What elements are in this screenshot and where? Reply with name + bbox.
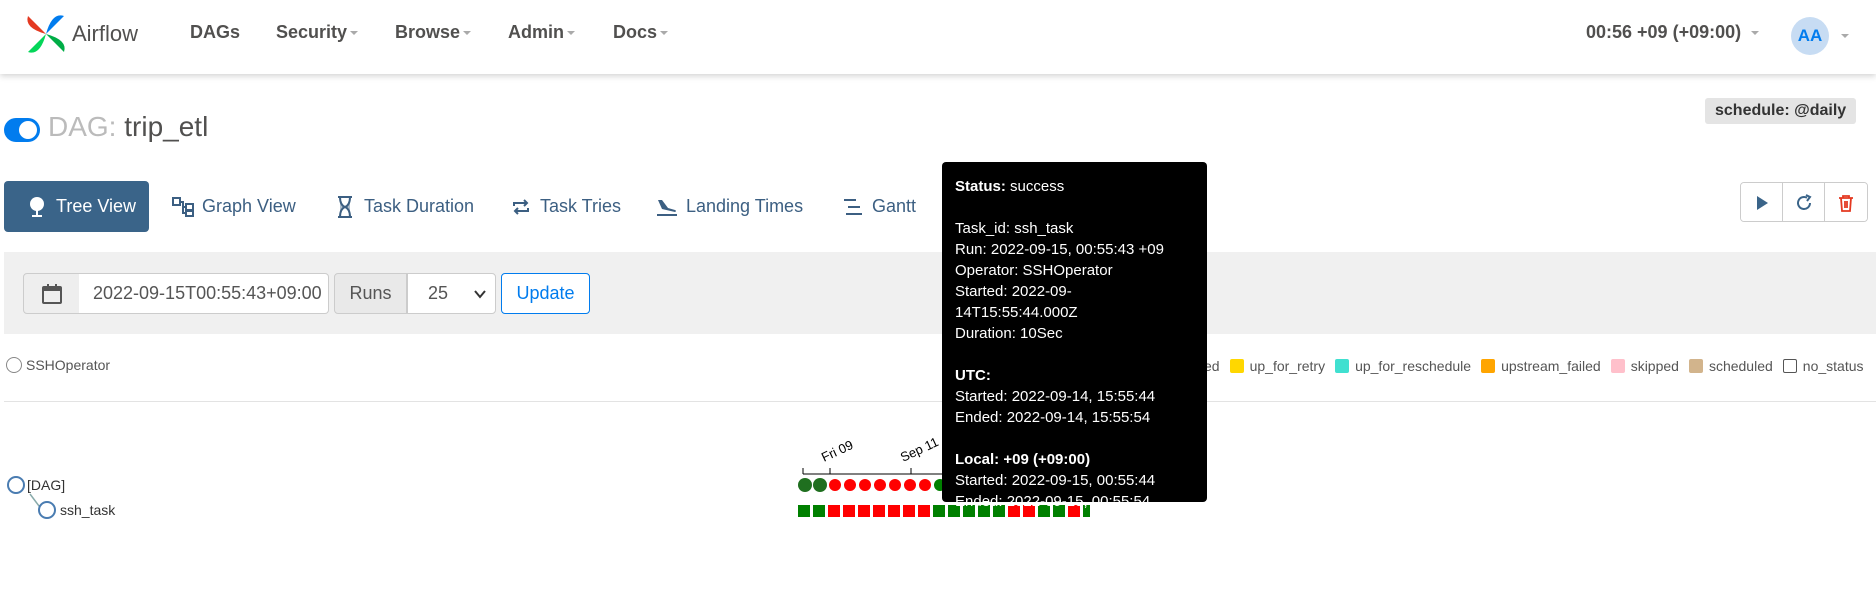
hourglass-icon	[334, 195, 356, 218]
task-instance-failed[interactable]	[858, 505, 870, 517]
dag-pause-toggle[interactable]	[4, 118, 40, 142]
runs-value: 25	[428, 283, 449, 303]
legend-item-up-for-reschedule[interactable]: up_for_reschedule	[1335, 358, 1471, 374]
base-date-input[interactable]	[79, 273, 329, 314]
axis-label-sep-11: Sep 11	[898, 434, 941, 465]
dag-runs-row	[798, 478, 961, 492]
divider	[4, 401, 1876, 402]
tree-node-ssh-task[interactable]: ssh_task	[38, 501, 115, 519]
chevron-down-icon	[463, 31, 472, 36]
timezone-clock[interactable]: 00:56 +09 (+09:00)	[1586, 22, 1760, 43]
chevron-down-icon	[660, 31, 669, 36]
plane-landing-icon	[656, 196, 678, 218]
dag-run-failed[interactable]	[889, 479, 901, 491]
dag-run-success[interactable]	[798, 478, 812, 492]
nav-security[interactable]: Security	[276, 22, 359, 43]
task-instance-failed[interactable]	[828, 505, 840, 517]
legend-item-upstream-failed[interactable]: upstream_failed	[1481, 358, 1601, 374]
legend-swatch	[1335, 359, 1350, 373]
legend-item-no-status[interactable]: no_status	[1782, 358, 1864, 374]
task-instance-failed[interactable]	[843, 505, 855, 517]
chevron-down-icon	[474, 290, 486, 299]
nav-docs[interactable]: Docs	[613, 22, 669, 43]
task-instance-failed[interactable]	[918, 505, 930, 517]
dag-run-failed[interactable]	[844, 479, 856, 491]
dag-run-failed[interactable]	[904, 479, 916, 491]
runs-select[interactable]: 25	[407, 273, 496, 314]
schedule-badge: schedule: @daily	[1705, 98, 1857, 124]
dag-id: trip_etl	[124, 111, 209, 142]
nav-browse[interactable]: Browse	[395, 22, 472, 43]
trash-icon	[1839, 195, 1853, 212]
dag-run-failed[interactable]	[829, 479, 841, 491]
update-button[interactable]: Update	[501, 273, 590, 314]
chevron-down-icon[interactable]	[1841, 34, 1849, 38]
task-instance-success[interactable]	[933, 505, 945, 517]
calendar-icon	[41, 283, 62, 304]
legend-item-scheduled[interactable]: scheduled	[1688, 358, 1773, 374]
tab-gantt[interactable]: Gantt	[830, 181, 928, 232]
legend-swatch	[1688, 359, 1703, 373]
refresh-button[interactable]	[1783, 183, 1825, 221]
navbar: Airflow DAGs Security Browse Admin Docs …	[0, 0, 1876, 74]
tree-node-dag[interactable]: [DAG]	[7, 476, 65, 494]
user-avatar[interactable]: AA	[1791, 17, 1829, 55]
graph-icon	[172, 196, 194, 218]
legend-swatch	[1481, 359, 1496, 373]
nav-admin[interactable]: Admin	[508, 22, 575, 43]
state-legend: ailed up_for_retry up_for_reschedule ups…	[1190, 358, 1874, 374]
tab-graph-view[interactable]: Graph View	[160, 181, 308, 232]
legend-item-up-for-retry[interactable]: up_for_retry	[1229, 358, 1325, 374]
node-circle	[7, 476, 25, 494]
repeat-icon	[510, 196, 532, 218]
axis-label-fri-09: Fri 09	[819, 437, 855, 465]
tab-tree-view[interactable]: Tree View	[4, 181, 149, 232]
task-instance-success[interactable]	[798, 505, 810, 517]
dag-run-failed[interactable]	[919, 479, 931, 491]
chevron-down-icon	[350, 31, 359, 36]
nav-dags[interactable]: DAGs	[190, 22, 240, 43]
operator-color-swatch	[6, 357, 22, 373]
airflow-pinwheel-icon	[27, 15, 65, 53]
tab-landing-times[interactable]: Landing Times	[644, 181, 815, 232]
runs-label: Runs	[334, 273, 407, 314]
dag-run-success[interactable]	[813, 478, 827, 492]
task-instance-failed[interactable]	[873, 505, 885, 517]
dag-prefix: DAG:	[48, 111, 117, 142]
gantt-icon	[842, 196, 864, 218]
airflow-logo[interactable]: Airflow	[22, 10, 138, 58]
legend-item-skipped[interactable]: skipped	[1610, 358, 1679, 374]
legend-swatch	[1782, 359, 1797, 373]
operator-label: SSHOperator	[26, 357, 111, 373]
legend-swatch	[1610, 359, 1625, 373]
task-instance-failed[interactable]	[903, 505, 915, 517]
tree-icon	[26, 196, 48, 218]
legend-swatch	[1229, 359, 1244, 373]
brand-name: Airflow	[72, 21, 139, 46]
operator-legend: SSHOperator	[6, 357, 110, 373]
chevron-down-icon	[567, 31, 575, 36]
delete-dag-button[interactable]	[1825, 183, 1867, 221]
task-instance-tooltip: Status: success Task_id: ssh_task Run: 2…	[942, 162, 1207, 510]
tab-task-duration[interactable]: Task Duration	[322, 181, 486, 232]
task-instance-success[interactable]	[813, 505, 825, 517]
play-icon	[1756, 196, 1768, 210]
dag-run-failed[interactable]	[859, 479, 871, 491]
node-circle	[38, 501, 56, 519]
trigger-dag-button[interactable]	[1741, 183, 1783, 221]
dag-run-failed[interactable]	[874, 479, 886, 491]
tab-task-tries[interactable]: Task Tries	[498, 181, 633, 232]
task-instance-failed[interactable]	[888, 505, 900, 517]
page-title: DAG: trip_etl	[48, 111, 208, 143]
calendar-button[interactable]	[23, 273, 80, 314]
chevron-down-icon	[1751, 31, 1760, 36]
refresh-icon	[1796, 194, 1812, 210]
dag-actions	[1740, 182, 1868, 222]
